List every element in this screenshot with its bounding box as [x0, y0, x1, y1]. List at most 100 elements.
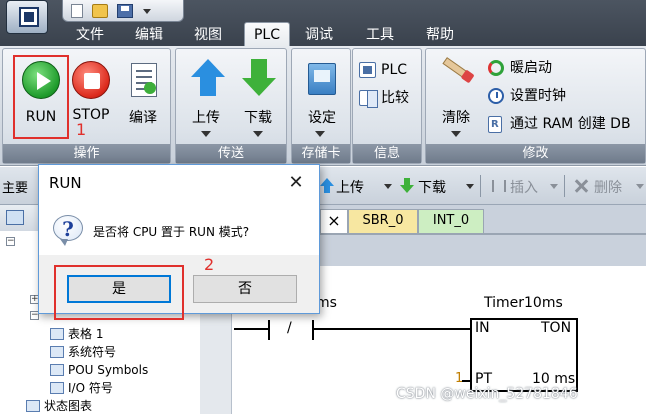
tab-plc[interactable]: PLC: [244, 22, 290, 48]
stop-icon: [72, 61, 110, 99]
plc-info-button[interactable]: PLC: [357, 59, 407, 81]
compare-button[interactable]: 比较: [357, 87, 409, 109]
chevron-down-icon[interactable]: [550, 184, 558, 193]
watermark: CSDN @weixin_52781846: [396, 386, 578, 402]
normally-closed-contact[interactable]: /: [287, 320, 292, 336]
settings-label: 设定: [308, 110, 336, 126]
toolbar-delete-button[interactable]: 删除: [570, 177, 622, 197]
timer-type: TON: [541, 320, 572, 336]
chevron-down-icon: [253, 131, 263, 142]
warm-start-button[interactable]: 暖启动: [486, 57, 552, 79]
contact-bar: [268, 320, 270, 340]
pt-value[interactable]: 1: [455, 371, 463, 386]
timer-name[interactable]: Timer10ms: [484, 295, 563, 311]
set-clock-label: 设置时钟: [510, 88, 566, 104]
tree-item-label: 系统符号: [68, 345, 117, 359]
warm-start-label: 暖启动: [510, 60, 552, 76]
compile-label: 编译: [129, 110, 157, 126]
ribbon-group-info: PLC 比较 信息: [352, 48, 422, 164]
ribbon-group-memcard: 设定 存储卡: [291, 48, 351, 164]
tree-item-label: I/O 符号: [68, 381, 113, 395]
toolbar-divider: [564, 175, 565, 197]
tab-tools[interactable]: 工具: [366, 24, 394, 46]
compare-icon: [359, 90, 378, 108]
tab-sbr0[interactable]: SBR_0: [348, 209, 418, 233]
group-label-operate: 操作: [3, 144, 170, 163]
save-icon[interactable]: [117, 3, 133, 18]
ram-db-icon: [488, 114, 502, 136]
tree-item-table1[interactable]: 表格 1: [50, 325, 104, 343]
tree-item-label: POU Symbols: [68, 363, 149, 377]
clear-button[interactable]: 清除: [432, 57, 480, 137]
toolbar-upload-label: 上传: [336, 180, 364, 196]
chevron-down-icon[interactable]: [636, 184, 644, 193]
toolbar-insert-button[interactable]: 插入: [488, 177, 538, 197]
tab-debug[interactable]: 调试: [305, 24, 333, 46]
status-chart-icon: [26, 400, 40, 412]
tab-view[interactable]: 视图: [194, 24, 222, 46]
toolbar-delete-label: 删除: [594, 180, 622, 196]
tree-view-icon[interactable]: [6, 210, 24, 225]
dialog-titlebar[interactable]: RUN ✕: [39, 165, 319, 201]
compile-button[interactable]: 编译: [119, 57, 167, 129]
group-label-transfer: 传送: [176, 144, 286, 163]
download-arrow-icon: [242, 59, 276, 96]
compare-label: 比较: [381, 90, 409, 106]
timer-pt-pin: PT: [475, 371, 492, 387]
no-button[interactable]: 否: [193, 275, 297, 303]
tree-item-io-symbols[interactable]: I/O 符号: [50, 379, 113, 397]
stop-button[interactable]: STOP: [67, 57, 115, 129]
tab-edit[interactable]: 编辑: [135, 24, 163, 46]
upload-button[interactable]: 上传: [182, 57, 230, 137]
run-icon: [22, 61, 60, 99]
group-label-info: 信息: [353, 144, 421, 163]
tab-file[interactable]: 文件: [76, 24, 104, 46]
compile-icon: [131, 63, 157, 97]
customize-dropdown-icon[interactable]: [142, 4, 152, 18]
expand-icon[interactable]: −: [6, 237, 15, 246]
chevron-down-icon: [201, 131, 211, 142]
clock-icon: [488, 88, 504, 104]
settings-button[interactable]: 设定: [296, 57, 348, 137]
chevron-down-icon[interactable]: [466, 184, 474, 193]
timer-in-pin: IN: [475, 320, 490, 336]
toolbar-download-button[interactable]: 下载: [398, 177, 446, 197]
tab-int0[interactable]: INT_0: [418, 209, 484, 233]
tree-item-pou-symbols[interactable]: POU Symbols: [50, 361, 149, 379]
set-clock-button[interactable]: 设置时钟: [486, 85, 566, 107]
plc-info-label: PLC: [381, 62, 408, 78]
contact-bar: [312, 320, 314, 340]
dialog-title: RUN: [49, 174, 82, 192]
table-icon: [50, 346, 64, 358]
ribbon: RUN STOP 编译 操作 上传 下载 传送 设定 存储卡 PLC 比较 信息…: [0, 46, 646, 166]
clear-label: 清除: [442, 110, 470, 126]
pt-wire: [462, 380, 470, 382]
toolbar-insert-label: 插入: [510, 180, 538, 196]
open-folder-icon[interactable]: [92, 3, 108, 18]
stop-label: STOP: [72, 107, 110, 123]
tab-help[interactable]: 帮助: [426, 24, 454, 46]
app-button[interactable]: [2, 0, 54, 46]
chevron-down-icon: [451, 131, 461, 142]
tree-item-label: 状态图表: [44, 399, 93, 413]
plc-info-icon: [359, 62, 376, 78]
create-db-button[interactable]: 通过 RAM 创建 DB: [486, 113, 631, 136]
toolbar-upload-button[interactable]: 上传: [316, 177, 364, 197]
download-button[interactable]: 下载: [234, 57, 282, 137]
tree-item-status-chart[interactable]: 状态图表: [26, 397, 93, 414]
close-tab-icon[interactable]: ×: [320, 209, 348, 233]
dialog-message: 是否将 CPU 置于 RUN 模式?: [93, 225, 250, 239]
delete-icon: [572, 179, 590, 193]
create-db-label: 通过 RAM 创建 DB: [510, 116, 631, 132]
tree-item-system-symbols[interactable]: 系统符号: [50, 343, 117, 361]
table-icon: [50, 328, 64, 340]
tree-item-label: 表格 1: [68, 327, 104, 341]
rung-wire: [314, 328, 470, 330]
group-label-modify: 修改: [426, 144, 645, 163]
ribbon-group-operate: RUN STOP 编译 操作: [2, 48, 171, 164]
chevron-down-icon[interactable]: [384, 184, 392, 193]
new-file-icon[interactable]: [71, 3, 83, 18]
annotation-number: 2: [204, 255, 215, 274]
close-icon[interactable]: ✕: [279, 169, 313, 197]
run-button[interactable]: RUN: [13, 55, 69, 139]
